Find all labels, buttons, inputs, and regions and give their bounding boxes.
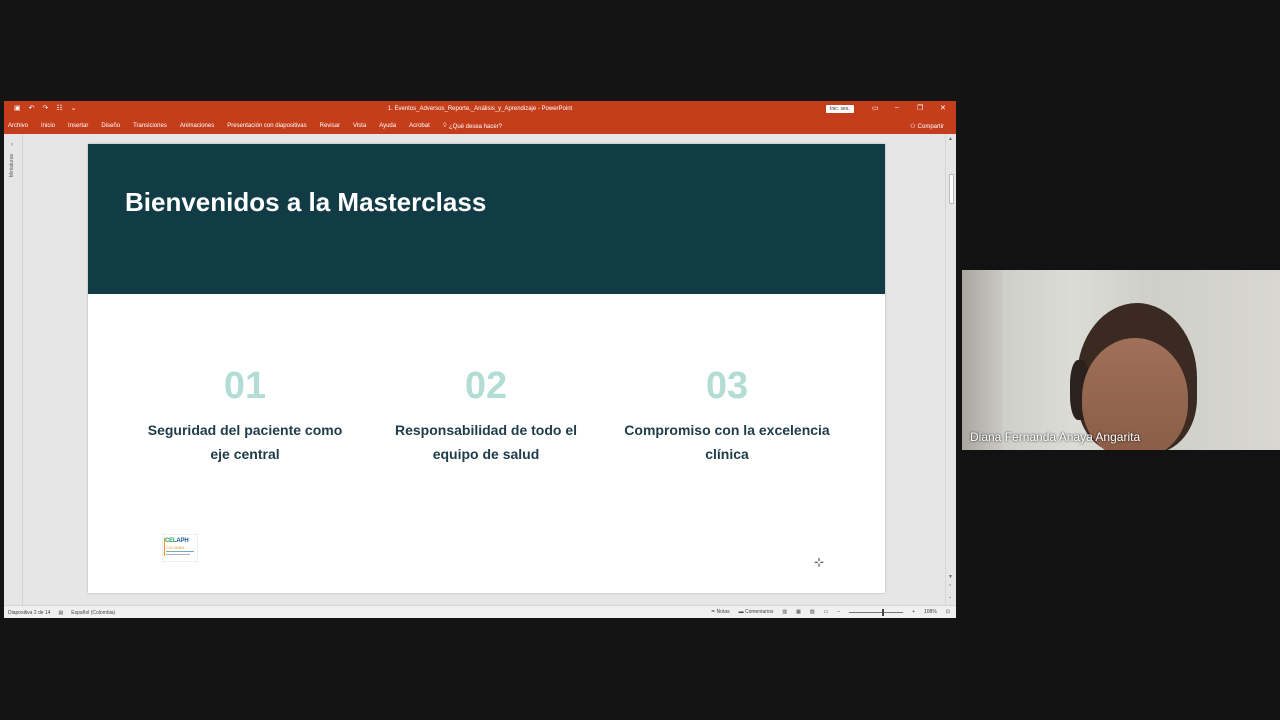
zoom-level[interactable]: 108% <box>924 609 937 615</box>
restore-icon[interactable]: ❐ <box>917 104 923 112</box>
slide-header-band: Bienvenidos a la Masterclass <box>88 144 885 294</box>
scroll-thumb[interactable] <box>949 174 954 204</box>
scroll-down-icon[interactable]: ▼ <box>948 574 953 580</box>
pillar-number: 01 <box>223 365 267 407</box>
powerpoint-window: ▣ ↶ ↷ ☷ ⌄ 1. Eventos_Adversos_Reporte,_A… <box>4 101 956 618</box>
pillar-text: Seguridad del paciente como eje central <box>140 418 350 466</box>
previous-slide-icon[interactable]: ⌃ <box>948 584 952 590</box>
pillar-number: 03 <box>705 365 749 407</box>
pillar-1: 01 Seguridad del paciente como eje centr… <box>140 364 350 466</box>
pillar-text-line: equipo de salud <box>432 446 540 462</box>
celaph-logo: CELAPH COLOMBIA <box>162 534 198 562</box>
sign-in-button[interactable]: Inic. ses. <box>826 105 854 113</box>
status-bar: Diapositiva 2 de 14 ▤ Español (Colombia)… <box>4 605 956 618</box>
logo-line <box>166 551 194 552</box>
zoom-in-icon[interactable]: + <box>912 609 915 615</box>
minimize-icon[interactable]: – <box>895 104 899 111</box>
notes-button[interactable]: ≐ Notas <box>711 609 730 615</box>
lightbulb-icon: 💡︎ <box>442 123 447 129</box>
thumbnail-pane-collapsed[interactable]: › Miniaturas <box>4 134 23 605</box>
ribbon-tabs: Archivo Inicio Insertar Diseño Transicio… <box>8 123 502 130</box>
zoom-slider[interactable] <box>849 608 904 616</box>
notes-label: Notas <box>716 609 730 615</box>
logo-country: COLOMBIA <box>166 546 185 550</box>
pillar-text: Compromiso con la excelencia clínica <box>622 418 832 466</box>
comment-icon: ▬ <box>738 609 744 615</box>
accessibility-icon[interactable]: ▤ <box>59 610 64 616</box>
tab-animaciones[interactable]: Animaciones <box>180 123 214 130</box>
language-indicator[interactable]: Español (Colombia) <box>71 610 115 616</box>
logo-line <box>166 554 190 555</box>
slideshow-icon[interactable]: ▭ <box>824 609 829 615</box>
ribbon-display-options-icon[interactable]: ▭ <box>872 104 879 112</box>
tab-acrobat[interactable]: Acrobat <box>409 123 430 130</box>
title-bar: ▣ ↶ ↷ ☷ ⌄ 1. Eventos_Adversos_Reporte,_A… <box>4 101 956 117</box>
slide-canvas[interactable]: Bienvenidos a la Masterclass 01 Segurida… <box>88 144 885 593</box>
tab-vista[interactable]: Vista <box>353 123 366 130</box>
share-button[interactable]: ⚇ Compartir <box>910 123 944 131</box>
slide-sorter-icon[interactable]: ▦ <box>796 609 801 615</box>
tab-presentacion[interactable]: Presentación con diapositivas <box>227 123 306 130</box>
participant-name: Diana Fernanda Anaya Angarita <box>970 430 1141 444</box>
tab-revisar[interactable]: Revisar <box>320 123 340 130</box>
tab-diseno[interactable]: Diseño <box>101 123 120 130</box>
next-slide-icon[interactable]: ⌄ <box>948 594 952 600</box>
normal-view-icon[interactable]: ▥ <box>782 609 787 615</box>
tab-archivo[interactable]: Archivo <box>8 123 28 130</box>
logo-text-b: APH <box>176 538 189 544</box>
pillar-text-line: eje central <box>210 446 280 462</box>
fit-to-window-icon[interactable]: ⊡ <box>946 609 950 615</box>
tell-me-label: ¿Qué desea hacer? <box>448 123 503 130</box>
slide-title: Bienvenidos a la Masterclass <box>125 187 487 217</box>
person-icon: ⚇ <box>910 124 916 130</box>
comments-button[interactable]: ▬ Comentarios <box>739 609 774 615</box>
scroll-up-icon[interactable]: ▲ <box>948 136 953 142</box>
close-icon[interactable]: ✕ <box>940 104 946 112</box>
chevron-right-icon[interactable]: › <box>11 142 13 148</box>
mouse-cursor-icon: ⊹ <box>814 555 825 569</box>
video-door <box>962 270 1002 450</box>
logo-wordmark: CELAPH <box>165 538 189 544</box>
vertical-scrollbar[interactable]: ▲ ▼ ⌃ ⌄ <box>945 134 956 605</box>
pillar-2: 02 Responsabilidad de todo el equipo de … <box>381 364 591 466</box>
tab-ayuda[interactable]: Ayuda <box>379 123 396 130</box>
comments-label: Comentarios <box>745 609 774 615</box>
zoom-out-icon[interactable]: – <box>837 609 840 615</box>
document-title: 1. Eventos_Adversos_Reporte,_Análisis_y_… <box>387 106 573 112</box>
pillar-3: 03 Compromiso con la excelencia clínica <box>622 364 832 466</box>
pillar-text-line: clínica <box>705 446 749 462</box>
tab-insertar[interactable]: Insertar <box>68 123 88 130</box>
slide-counter: Diapositiva 2 de 14 <box>8 610 51 616</box>
notes-icon: ≐ <box>710 609 716 615</box>
share-label: Compartir <box>917 123 944 130</box>
screen-share-area: ▣ ↶ ↷ ☷ ⌄ 1. Eventos_Adversos_Reporte,_A… <box>0 0 960 720</box>
thumbnails-label: Miniaturas <box>9 154 15 178</box>
zoom-slider-handle[interactable] <box>882 608 885 616</box>
status-right: ≐ Notas ▬ Comentarios ▥ ▦ ▧ ▭ – + 108% ⊡ <box>711 608 950 616</box>
status-left: Diapositiva 2 de 14 ▤ Español (Colombia) <box>8 610 115 616</box>
pillar-number: 02 <box>464 365 508 407</box>
tab-transiciones[interactable]: Transiciones <box>133 123 167 130</box>
pillar-text: Responsabilidad de todo el equipo de sal… <box>381 418 591 466</box>
tab-inicio[interactable]: Inicio <box>41 123 55 130</box>
reading-view-icon[interactable]: ▧ <box>810 609 815 615</box>
pillar-text-line: Compromiso con la excelencia <box>624 422 830 438</box>
pillar-text-line: Responsabilidad de todo el <box>394 422 578 438</box>
participant-video-tile[interactable]: Diana Fernanda Anaya Angarita <box>962 270 1280 450</box>
pillar-text-line: Seguridad del paciente como <box>147 422 343 438</box>
logo-text-a: CEL <box>165 538 177 544</box>
ribbon-tab-bar: Archivo Inicio Insertar Diseño Transicio… <box>4 117 956 134</box>
tell-me-search[interactable]: 💡︎ ¿Qué desea hacer? <box>443 123 502 130</box>
